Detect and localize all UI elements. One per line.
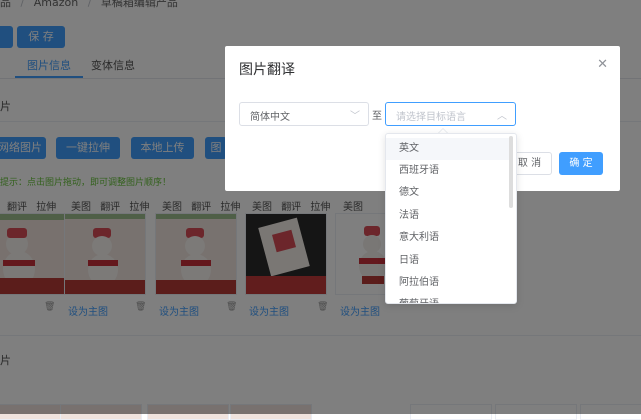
language-option[interactable]: 阿拉伯语 bbox=[386, 272, 510, 294]
language-option[interactable]: 法语 bbox=[386, 205, 510, 227]
target-language-placeholder: 请选择目标语言 bbox=[396, 112, 466, 123]
chevron-down-icon: ﹀ bbox=[350, 111, 360, 122]
chevron-up-icon: ︿ bbox=[497, 111, 507, 122]
source-language-select[interactable]: 简体中文 ﹀ bbox=[239, 102, 369, 126]
language-option[interactable]: 意大利语 bbox=[386, 227, 510, 249]
language-option[interactable]: 日语 bbox=[386, 250, 510, 272]
language-option[interactable]: 英文 bbox=[386, 138, 510, 160]
to-label: 至 bbox=[372, 111, 382, 122]
dropdown-scrollbar[interactable] bbox=[509, 136, 513, 208]
target-language-dropdown: 英文 西班牙语 德文 法语 意大利语 日语 阿拉伯语 葡萄牙语 bbox=[385, 133, 517, 304]
language-option[interactable]: 葡萄牙语 bbox=[386, 294, 510, 303]
language-option[interactable]: 西班牙语 bbox=[386, 160, 510, 182]
language-option[interactable]: 德文 bbox=[386, 182, 510, 204]
source-language-value: 简体中文 bbox=[250, 112, 290, 123]
close-icon[interactable]: ✕ bbox=[597, 57, 608, 72]
dialog-title: 图片翻译 bbox=[239, 62, 295, 78]
confirm-button[interactable]: 确 定 bbox=[559, 152, 603, 175]
target-language-select[interactable]: 请选择目标语言 ︿ bbox=[385, 102, 516, 126]
